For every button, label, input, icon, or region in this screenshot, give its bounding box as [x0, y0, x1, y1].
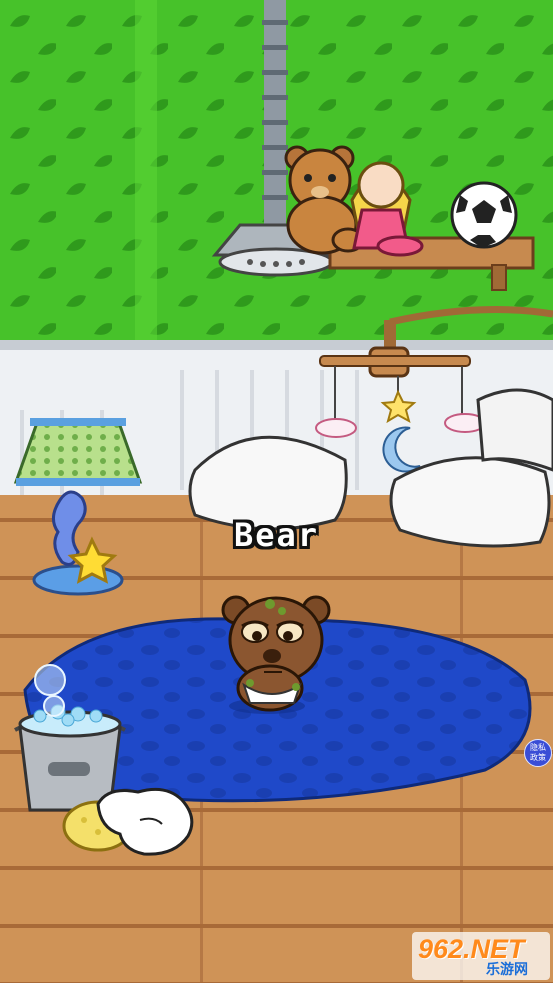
pet-character[interactable]: [225, 590, 330, 710]
privacy-label-line1: 隐私: [530, 743, 546, 752]
sponge-button[interactable]: [62, 790, 197, 860]
privacy-policy-button[interactable]: 隐私 政策: [524, 739, 552, 767]
soccer-ball-icon: [450, 181, 518, 249]
lamp-button[interactable]: [15, 410, 145, 595]
privacy-label-line2: 政策: [530, 753, 546, 762]
game-scene: Bear 隐私 政策 962.NET 乐游网: [0, 0, 553, 983]
watermark-sub: 乐游网: [486, 962, 528, 978]
shower-button[interactable]: [215, 0, 340, 285]
watermark-logo: 962.NET 乐游网: [412, 932, 550, 980]
